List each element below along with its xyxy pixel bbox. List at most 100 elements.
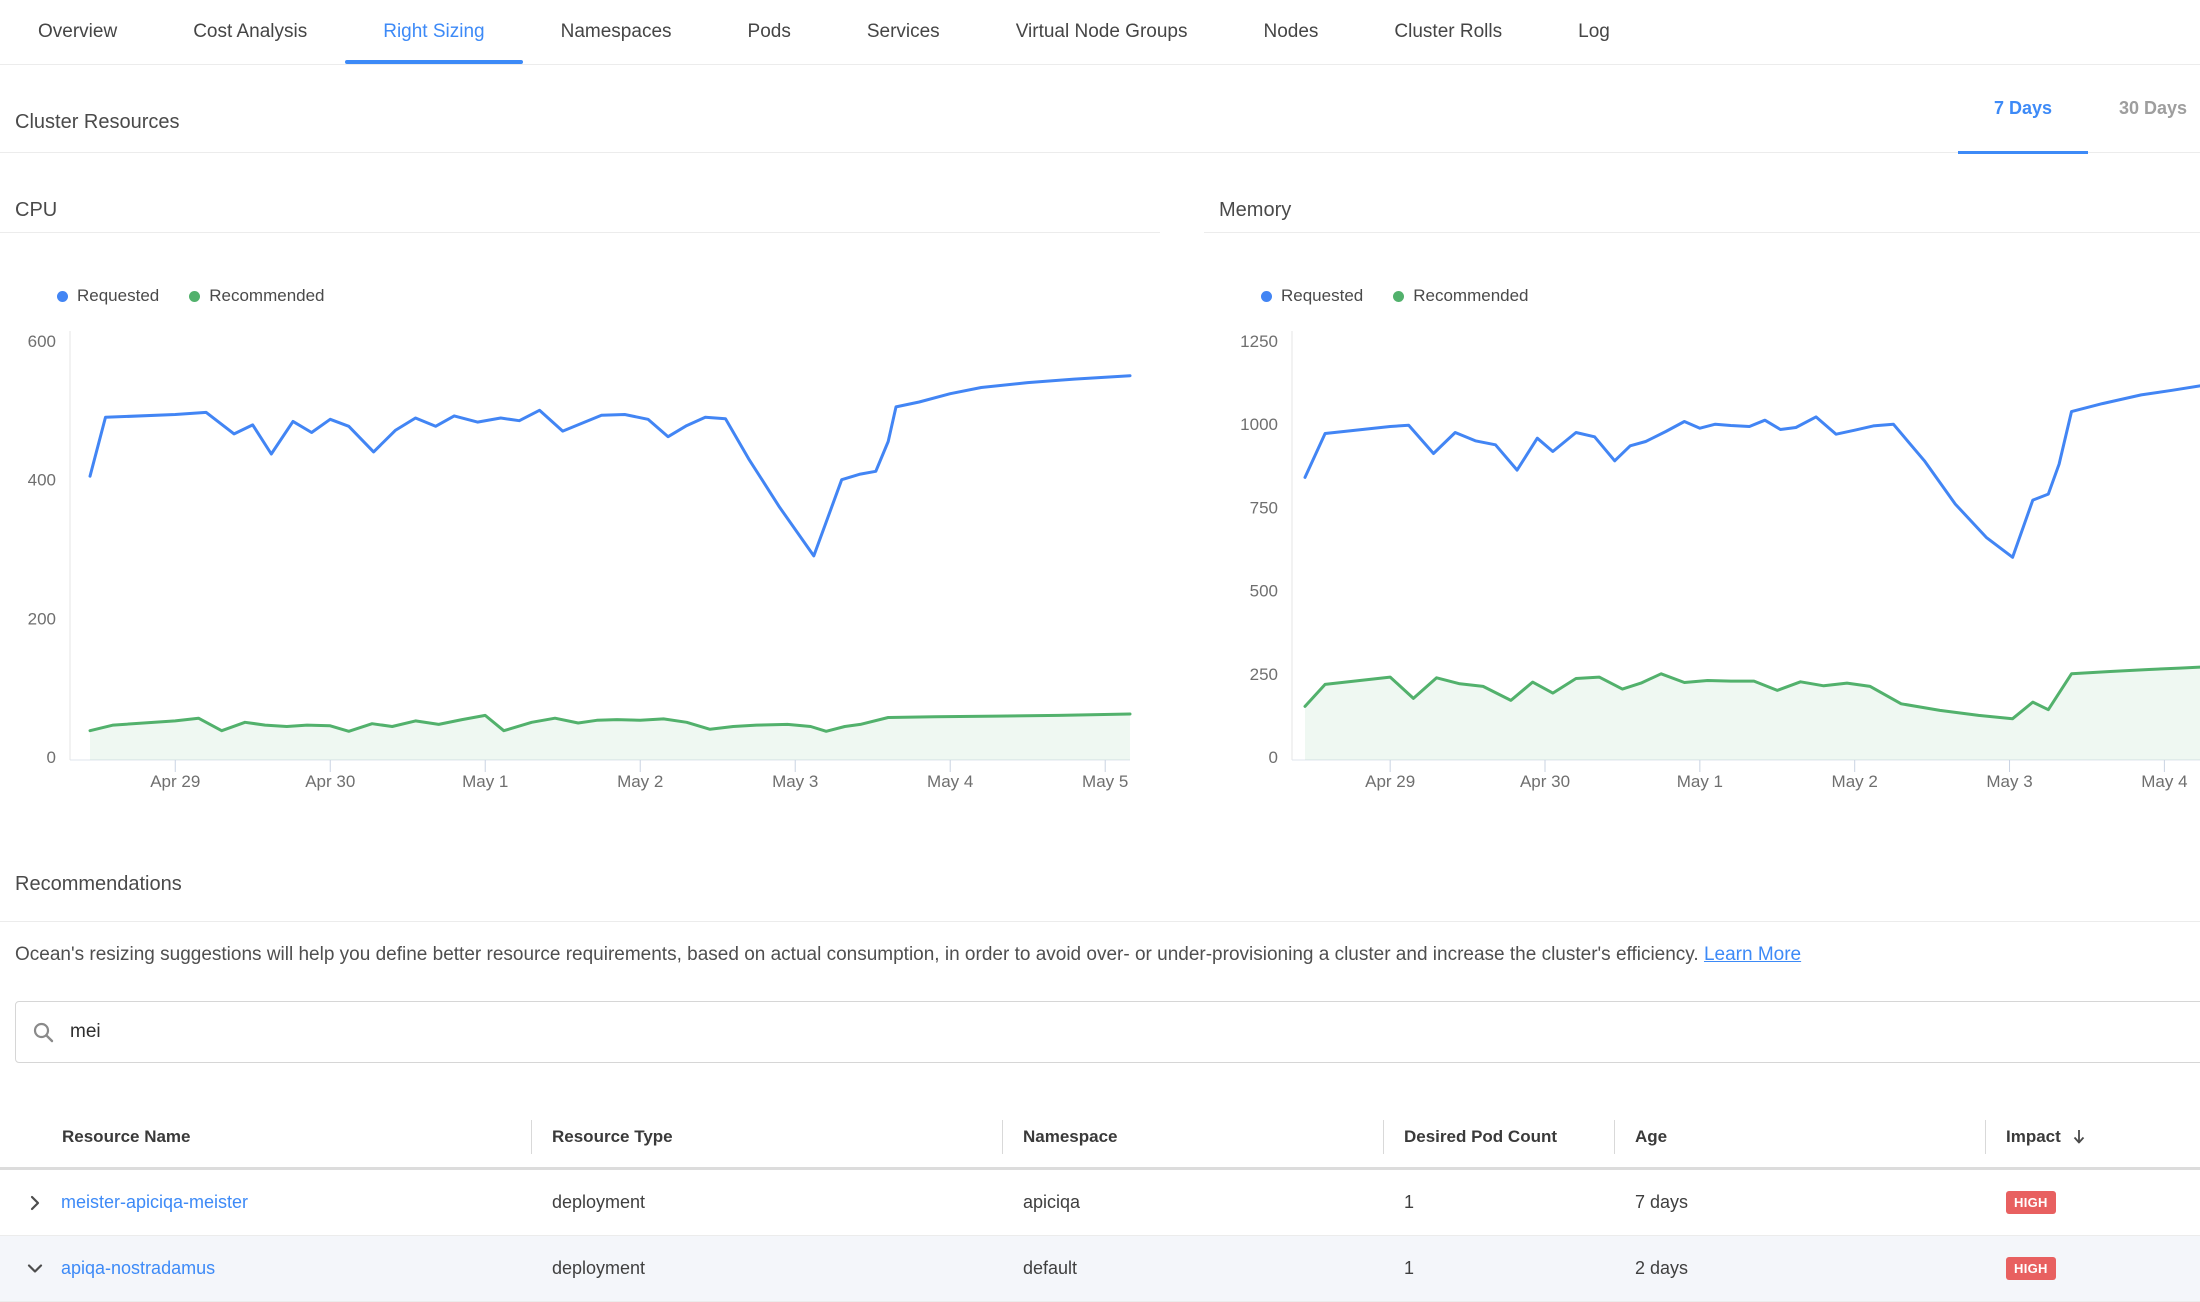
impact-badge: HIGH [2006, 1257, 2056, 1280]
svg-text:750: 750 [1250, 498, 1278, 517]
resource-name-link[interactable]: apiqa-nostradamus [61, 1258, 215, 1279]
svg-text:Apr 29: Apr 29 [1365, 772, 1415, 791]
cpu-chart: 0 200 400 600 Apr 29 Apr 30 May 1 May 2 May 3 May… [0, 317, 1160, 797]
column-header-desired-pod-count[interactable]: Desired Pod Count [1383, 1107, 1614, 1167]
tab-nodes[interactable]: Nodes [1226, 0, 1357, 64]
recommendations-description: Ocean's resizing suggestions will help y… [0, 922, 2200, 968]
svg-text:Apr 30: Apr 30 [1520, 772, 1570, 791]
recommendations-table: Resource Name Resource Type Namespace Desir… [0, 1107, 2200, 1302]
svg-text:1250: 1250 [1240, 332, 1278, 351]
column-header-resource-name[interactable]: Resource Name [0, 1107, 531, 1167]
tab-overview[interactable]: Overview [0, 0, 155, 64]
tab-log[interactable]: Log [1540, 0, 1648, 64]
svg-text:600: 600 [28, 332, 56, 351]
tab-namespaces[interactable]: Namespaces [523, 0, 710, 64]
namespace-cell: apiciqa [1002, 1192, 1383, 1213]
tab-cluster-rolls[interactable]: Cluster Rolls [1356, 0, 1540, 64]
svg-text:May 1: May 1 [1677, 772, 1723, 791]
svg-text:Apr 29: Apr 29 [150, 772, 200, 791]
column-label: Age [1635, 1127, 1667, 1147]
column-label: Namespace [1023, 1127, 1118, 1147]
memory-chart-title: Memory [1204, 153, 2200, 233]
svg-text:0: 0 [47, 748, 56, 767]
table-row[interactable]: apiqa-nostradamus deploymentdefault12 day… [0, 1236, 2200, 1302]
table-header-row: Resource Name Resource Type Namespace Desir… [0, 1107, 2200, 1170]
search-input[interactable] [68, 1020, 2193, 1044]
sort-descending-icon[interactable] [2071, 1128, 2087, 1146]
memory-chart-panel: Memory RequestedRecommended 025050075010… [1204, 153, 2200, 797]
recommended-dot-icon [189, 291, 200, 302]
recommendations-title: Recommendations [0, 873, 2200, 922]
resource-name-link[interactable]: meister-apiciqa-meister [61, 1192, 248, 1213]
period-tab-30-days[interactable]: 30 Days [2088, 65, 2200, 154]
resource-search [15, 1001, 2200, 1063]
age-cell: 7 days [1614, 1192, 1985, 1213]
period-toggle: 7 Days30 Days [1958, 65, 2200, 154]
chevron-right-icon[interactable] [24, 1192, 46, 1214]
resource-type-cell: deployment [531, 1258, 1002, 1279]
column-header-impact[interactable]: Impact [1985, 1107, 2200, 1167]
svg-text:May 4: May 4 [2141, 772, 2187, 791]
cpu-chart-panel: CPU Requested Recommended 0 200 400 600 Apr 2… [0, 153, 1160, 797]
memory-chart: 025050075010001250Apr 29Apr 30May 1May 2… [1204, 317, 2200, 797]
svg-text:250: 250 [1250, 665, 1278, 684]
svg-text:May 3: May 3 [772, 772, 818, 791]
svg-text:May 3: May 3 [1986, 772, 2032, 791]
svg-text:400: 400 [28, 471, 56, 490]
chevron-down-icon[interactable] [24, 1258, 46, 1280]
svg-text:500: 500 [1250, 582, 1278, 601]
cpu-chart-legend: Requested Recommended [0, 285, 1160, 307]
legend-label: Recommended [1413, 286, 1528, 306]
impact-cell: HIGH [1985, 1191, 2200, 1214]
legend-requested[interactable]: Requested [57, 286, 159, 306]
cluster-resources-charts: CPU Requested Recommended 0 200 400 600 Apr 2… [0, 153, 2200, 797]
cluster-resources-header: Cluster Resources 7 Days30 Days [0, 65, 2200, 153]
column-header-resource-type[interactable]: Resource Type [531, 1107, 1002, 1167]
column-label: Impact [2006, 1127, 2061, 1147]
legend-recommended[interactable]: Recommended [1393, 286, 1528, 306]
svg-text:0: 0 [1269, 748, 1278, 767]
memory-chart-legend: Requested Recommended [1204, 285, 2200, 307]
search-icon [32, 1021, 55, 1044]
cpu-chart-title: CPU [0, 153, 1160, 233]
legend-recommended[interactable]: Recommended [189, 286, 324, 306]
learn-more-link[interactable]: Learn More [1704, 944, 1801, 965]
tab-cost-analysis[interactable]: Cost Analysis [155, 0, 345, 64]
legend-label: Recommended [209, 286, 324, 306]
legend-requested[interactable]: Requested [1261, 286, 1363, 306]
tab-right-sizing[interactable]: Right Sizing [345, 0, 522, 64]
tab-pods[interactable]: Pods [710, 0, 829, 64]
svg-text:May 5: May 5 [1082, 772, 1128, 791]
impact-badge: HIGH [2006, 1191, 2056, 1214]
column-header-age[interactable]: Age [1614, 1107, 1985, 1167]
description-text: Ocean's resizing suggestions will help y… [15, 944, 1699, 965]
svg-text:May 1: May 1 [462, 772, 508, 791]
resource-type-cell: deployment [531, 1192, 1002, 1213]
svg-text:Apr 30: Apr 30 [305, 772, 355, 791]
svg-text:May 4: May 4 [927, 772, 973, 791]
period-tab-7-days[interactable]: 7 Days [1958, 65, 2088, 154]
namespace-cell: default [1002, 1258, 1383, 1279]
tab-services[interactable]: Services [829, 0, 978, 64]
resource-name-cell: meister-apiciqa-meister [0, 1192, 531, 1214]
legend-label: Requested [1281, 286, 1363, 306]
svg-text:May 2: May 2 [1832, 772, 1878, 791]
column-header-namespace[interactable]: Namespace [1002, 1107, 1383, 1167]
resource-name-cell: apiqa-nostradamus [0, 1258, 531, 1280]
main-tabs: OverviewCost AnalysisRight SizingNamespa… [0, 0, 2200, 65]
requested-dot-icon [1261, 291, 1272, 302]
svg-text:200: 200 [28, 609, 56, 628]
legend-label: Requested [77, 286, 159, 306]
svg-text:May 2: May 2 [617, 772, 663, 791]
column-label: Resource Name [62, 1127, 191, 1147]
desired-pod-count-cell: 1 [1383, 1258, 1614, 1279]
requested-dot-icon [57, 291, 68, 302]
recommended-dot-icon [1393, 291, 1404, 302]
age-cell: 2 days [1614, 1258, 1985, 1279]
impact-cell: HIGH [1985, 1257, 2200, 1280]
page-title: Cluster Resources [15, 111, 180, 134]
desired-pod-count-cell: 1 [1383, 1192, 1614, 1213]
table-row[interactable]: meister-apiciqa-meister deploymentapiciqa… [0, 1170, 2200, 1236]
tab-virtual-node-groups[interactable]: Virtual Node Groups [978, 0, 1226, 64]
column-label: Desired Pod Count [1404, 1127, 1557, 1147]
